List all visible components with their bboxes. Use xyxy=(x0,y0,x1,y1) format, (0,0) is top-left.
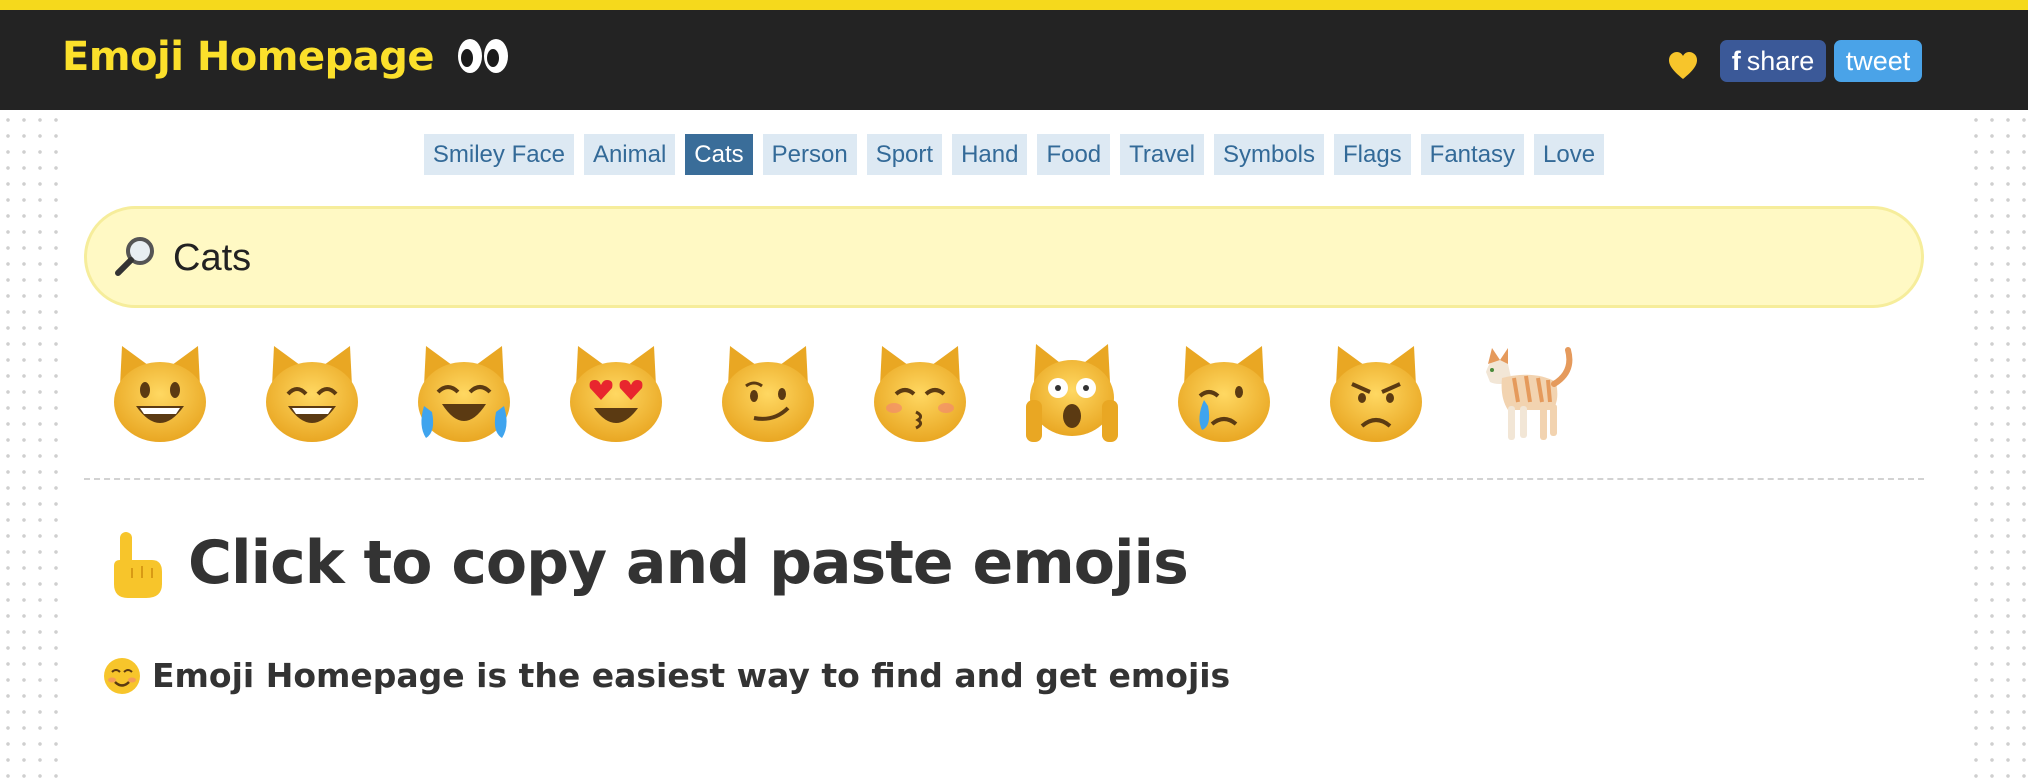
site-logo[interactable]: Emoji Homepage xyxy=(62,34,434,80)
eyes-icon xyxy=(458,39,508,73)
crying-cat-icon[interactable] xyxy=(1174,342,1274,446)
search-input[interactable] xyxy=(173,231,1873,285)
grinning-cat-smiling-eyes-icon[interactable] xyxy=(262,342,362,446)
cat-tears-of-joy-icon[interactable] xyxy=(414,342,514,446)
yellow-heart-icon xyxy=(1669,52,1697,79)
category-tab-smiley-face[interactable]: Smiley Face xyxy=(423,134,574,175)
search-bar[interactable] xyxy=(84,206,1924,308)
category-tab-hand[interactable]: Hand xyxy=(952,134,1028,175)
category-nav: Smiley Face Animal Cats Person Sport Han… xyxy=(62,134,1966,175)
wry-smile-cat-icon[interactable] xyxy=(718,342,818,446)
pointing-up-hand-icon xyxy=(114,532,162,598)
category-tab-travel[interactable]: Travel xyxy=(1120,134,1204,175)
share-label: share xyxy=(1746,45,1815,76)
page-subheading: Emoji Homepage is the easiest way to fin… xyxy=(152,656,1231,695)
category-tab-cats[interactable]: Cats xyxy=(685,134,753,175)
top-bar: Emoji Homepage f share tweet xyxy=(0,0,2028,110)
category-tab-symbols[interactable]: Symbols xyxy=(1213,134,1324,175)
category-tab-animal[interactable]: Animal xyxy=(583,134,676,175)
smiling-face-icon xyxy=(104,658,140,694)
facebook-share-button[interactable]: f share xyxy=(1720,40,1826,82)
emoji-results xyxy=(110,342,1578,452)
category-tab-fantasy[interactable]: Fantasy xyxy=(1420,134,1525,175)
tweet-button[interactable]: tweet xyxy=(1834,40,1922,82)
cat-icon[interactable] xyxy=(1478,342,1578,446)
section-divider xyxy=(84,478,1924,480)
magnifying-glass-icon xyxy=(115,237,154,276)
facebook-icon: f xyxy=(1731,45,1741,76)
pouting-cat-icon[interactable] xyxy=(1326,342,1426,446)
grinning-cat-icon[interactable] xyxy=(110,342,210,446)
kissing-cat-icon[interactable] xyxy=(870,342,970,446)
page-heading: Click to copy and paste emojis xyxy=(188,528,1189,598)
category-tab-sport[interactable]: Sport xyxy=(866,134,943,175)
main-content: Smiley Face Animal Cats Person Sport Han… xyxy=(62,110,1966,782)
heart-eyes-cat-icon[interactable] xyxy=(566,342,666,446)
weary-cat-icon[interactable] xyxy=(1022,342,1122,446)
category-tab-flags[interactable]: Flags xyxy=(1333,134,1411,175)
category-tab-person[interactable]: Person xyxy=(762,134,857,175)
category-tab-love[interactable]: Love xyxy=(1534,134,1605,175)
category-tab-food[interactable]: Food xyxy=(1037,134,1111,175)
